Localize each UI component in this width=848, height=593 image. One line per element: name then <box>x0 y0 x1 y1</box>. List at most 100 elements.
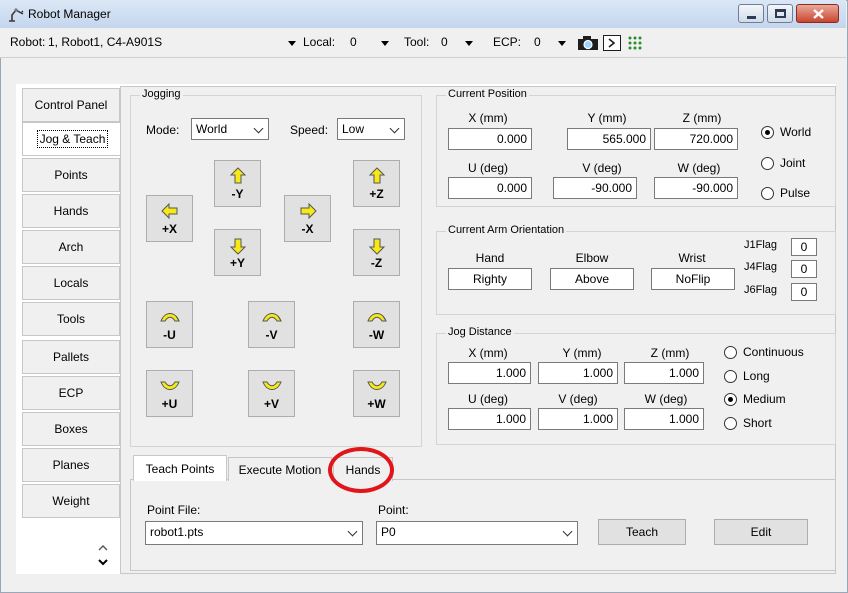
sidebar-item-boxes[interactable]: Boxes <box>22 412 120 446</box>
maximize-icon <box>775 9 786 18</box>
sidebar-item-tools[interactable]: Tools <box>22 302 120 336</box>
jog-minus-y-button[interactable]: -Y <box>214 160 261 207</box>
point-value: P0 <box>381 525 396 539</box>
sidebar-item-locals[interactable]: Locals <box>22 266 120 300</box>
jog-plus-z-button[interactable]: +Z <box>353 160 400 207</box>
local-select[interactable]: 0 <box>350 35 357 49</box>
cur-z-value: 720.000 <box>654 128 738 150</box>
robot-dropdown-arrow[interactable] <box>288 41 296 46</box>
jog-button-label: +Z <box>369 187 384 201</box>
jog-plus-w-button[interactable]: +W <box>353 370 400 417</box>
jog-button-label: -U <box>163 328 176 342</box>
robot-select[interactable]: 1, Robot1, C4-A901S <box>48 35 162 49</box>
scroll-down-icon[interactable] <box>97 556 109 570</box>
speed-label: Speed: <box>290 123 329 137</box>
sidebar-item-hands[interactable]: Hands <box>22 194 120 228</box>
radio-selected-icon <box>761 125 774 139</box>
arrow-up-icon <box>368 167 385 184</box>
jog-button-label: -W <box>368 328 385 342</box>
sidebar-item-label: ECP <box>58 386 84 400</box>
sidebar-item-arch[interactable]: Arch <box>22 230 120 264</box>
jog-minus-w-button[interactable]: -W <box>353 301 400 348</box>
sidebar-item-pallets[interactable]: Pallets <box>22 340 120 374</box>
tab-execute-motion[interactable]: Execute Motion <box>228 457 332 481</box>
io-grid-icon[interactable] <box>627 35 643 54</box>
ecp-select[interactable]: 0 <box>534 35 541 49</box>
jog-plus-y-button[interactable]: +Y <box>214 229 261 276</box>
rotate-ccw-icon <box>159 313 180 322</box>
jog-distance-title: Jog Distance <box>446 326 514 338</box>
j1flag-value: 0 <box>791 238 817 256</box>
jog-minus-z-button[interactable]: -Z <box>353 229 400 276</box>
jog-button-label: -Z <box>370 256 383 270</box>
sidebar-item-ecp[interactable]: ECP <box>22 376 120 410</box>
sidebar-item-label: Planes <box>52 458 90 472</box>
ecp-dropdown-arrow[interactable] <box>558 41 566 46</box>
camera-icon[interactable] <box>577 35 599 54</box>
local-dropdown-arrow[interactable] <box>381 41 389 46</box>
point-file-label: Point File: <box>147 503 201 517</box>
j4flag-value: 0 <box>791 260 817 278</box>
coord-joint-radio[interactable]: Joint <box>761 156 805 170</box>
cur-u-label: U (deg) <box>467 161 508 175</box>
wrist-value: NoFlip <box>651 268 735 290</box>
dist-y-value: 1.000 <box>538 362 618 384</box>
point-file-select[interactable]: robot1.pts <box>145 521 363 545</box>
speed-select[interactable]: Low <box>337 118 405 140</box>
jog-minus-x-button[interactable]: -X <box>284 195 331 242</box>
radio-icon <box>724 416 737 430</box>
jog-plus-u-button[interactable]: +U <box>146 370 193 417</box>
teach-button[interactable]: Teach <box>598 519 686 545</box>
rotate-cw-icon <box>159 381 180 390</box>
sidebar-item-label: Pallets <box>52 350 90 364</box>
tool-select[interactable]: 0 <box>441 35 448 49</box>
tab-teach-points[interactable]: Teach Points <box>133 455 227 481</box>
jog-minus-v-button[interactable]: -V <box>248 301 295 348</box>
tool-dropdown-arrow[interactable] <box>465 41 473 46</box>
dist-w-value: 1.000 <box>624 408 704 430</box>
jog-plus-x-button[interactable]: +X <box>146 195 193 242</box>
arrow-left-icon <box>160 202 177 220</box>
close-icon <box>813 9 824 19</box>
dist-short-radio[interactable]: Short <box>724 416 772 430</box>
sidebar-item-points[interactable]: Points <box>22 158 120 192</box>
dist-v-label: V (deg) <box>558 392 598 406</box>
sidebar-item-jog-teach[interactable]: Jog & Teach <box>22 122 122 156</box>
sidebar-item-weight[interactable]: Weight <box>22 484 120 518</box>
chevron-down-icon <box>389 123 400 134</box>
close-button[interactable] <box>796 4 839 23</box>
sidebar-item-label: Arch <box>58 240 84 254</box>
radio-icon <box>724 369 737 383</box>
dist-continuous-radio[interactable]: Continuous <box>724 345 804 359</box>
coord-pulse-radio[interactable]: Pulse <box>761 186 810 200</box>
radio-icon <box>724 345 737 359</box>
coord-world-radio[interactable]: World <box>761 125 811 139</box>
scroll-up-icon[interactable] <box>97 542 109 556</box>
jog-minus-u-button[interactable]: -U <box>146 301 193 348</box>
radio-icon <box>761 186 774 200</box>
dist-long-radio[interactable]: Long <box>724 369 770 383</box>
chevron-down-icon <box>253 123 264 134</box>
cur-y-value: 565.000 <box>567 128 651 150</box>
jog-plus-v-button[interactable]: +V <box>248 370 295 417</box>
cur-x-value: 0.000 <box>448 128 532 150</box>
radio-selected-icon <box>724 392 737 406</box>
edit-button[interactable]: Edit <box>714 519 808 545</box>
cur-y-label: Y (mm) <box>587 111 627 125</box>
dist-medium-radio[interactable]: Medium <box>724 392 786 406</box>
hand-value: Righty <box>448 268 532 290</box>
sidebar-item-control-panel[interactable]: Control Panel <box>22 88 120 122</box>
minimize-button[interactable] <box>738 4 764 23</box>
dist-medium-label: Medium <box>743 392 786 406</box>
sidebar-item-planes[interactable]: Planes <box>22 448 120 482</box>
jog-button-label: +W <box>367 397 386 411</box>
sidebar-item-label: Boxes <box>54 422 88 436</box>
jog-button-label: -X <box>301 222 314 236</box>
arrow-right-icon <box>300 202 317 220</box>
maximize-button[interactable] <box>767 4 793 23</box>
point-select[interactable]: P0 <box>376 521 578 545</box>
mode-select[interactable]: World <box>191 118 269 140</box>
robot-label: Robot: <box>10 35 46 49</box>
ecp-label: ECP: <box>493 35 522 49</box>
command-prompt-icon[interactable] <box>603 35 621 54</box>
